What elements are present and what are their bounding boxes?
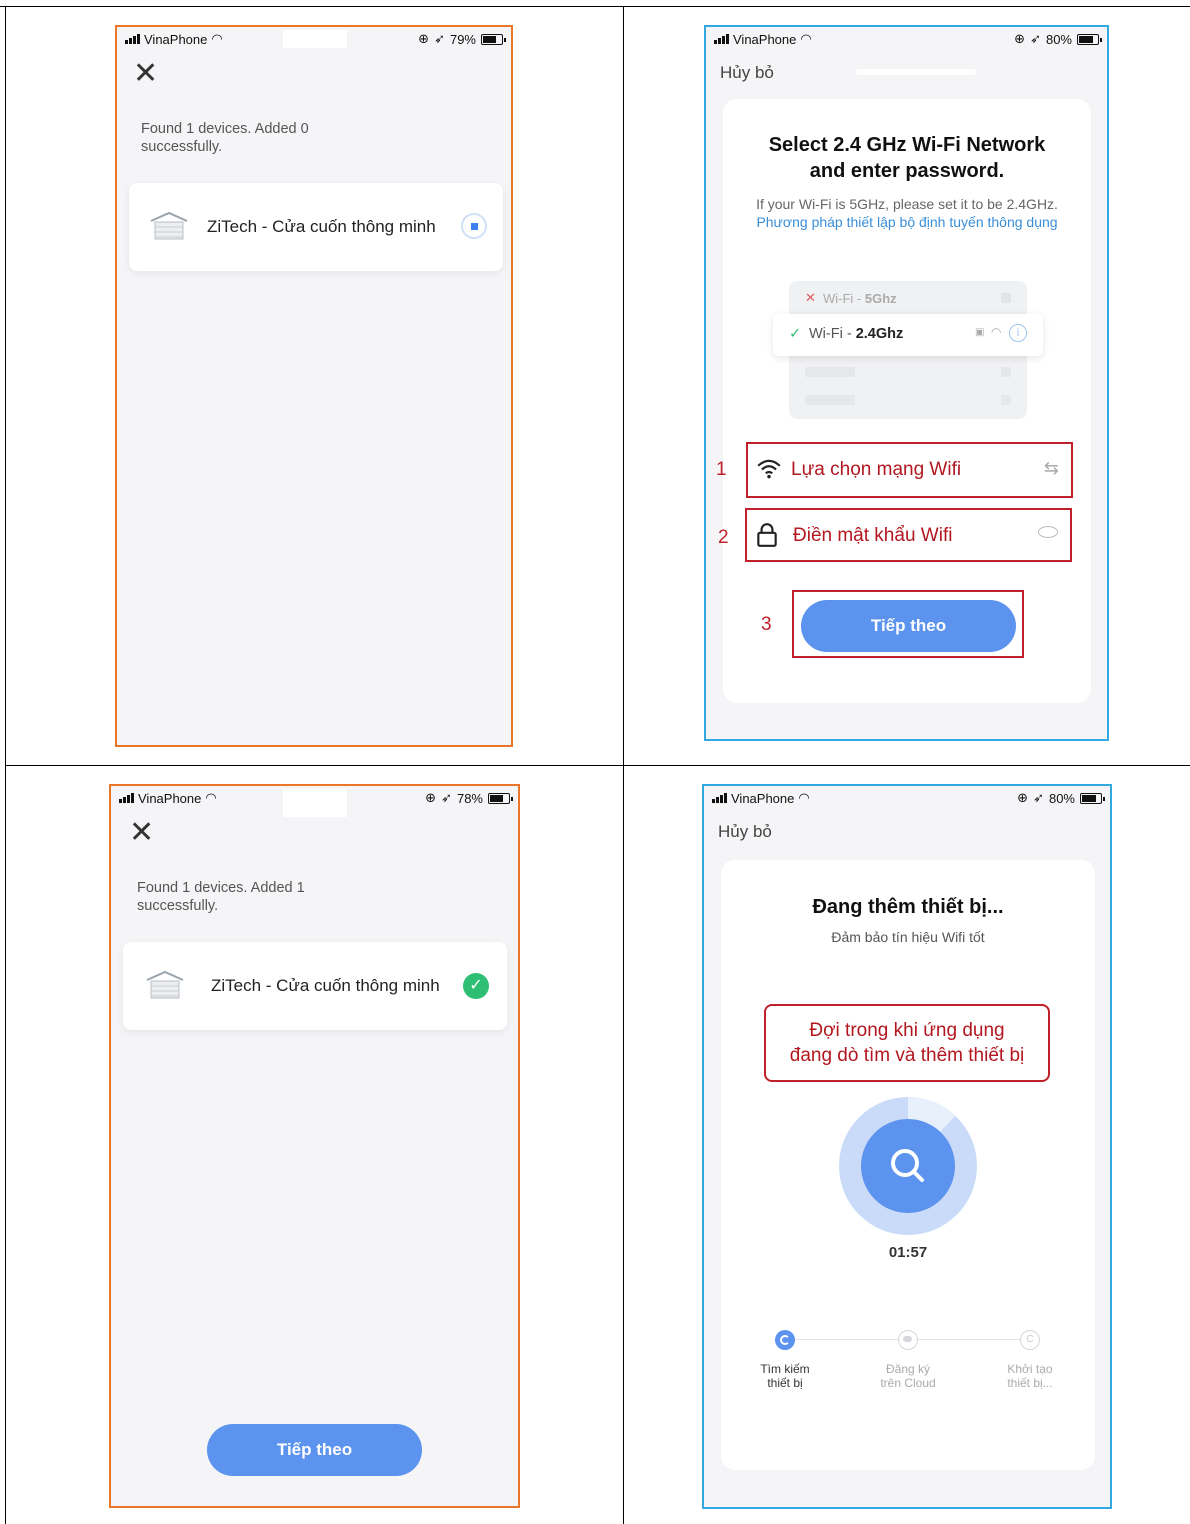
next-button[interactable]: Tiếp theo	[207, 1424, 422, 1476]
found-devices-text: Found 1 devices. Added 0 successfully.	[141, 121, 309, 155]
device-name: ZiTech - Cửa cuốn thông minh	[207, 217, 436, 236]
wifi-network-selector[interactable]: Lựa chọn mạng Wifi ⇆	[746, 442, 1073, 498]
battery-icon	[481, 33, 506, 45]
battery-percent: 80%	[1048, 790, 1075, 806]
battery-icon	[488, 792, 513, 804]
wifi-icon: ◠	[798, 790, 810, 805]
wifi-selector-label: Lựa chọn mạng Wifi	[791, 459, 962, 480]
wifi-5g-prefix: Wi-Fi -	[823, 291, 865, 306]
wifi-24g-prefix: Wi-Fi -	[809, 326, 856, 342]
carrier-label: VinaPhone	[144, 31, 208, 47]
battery-percent: 79%	[449, 31, 476, 47]
wifi-5g-row: ✕ Wi-Fi - 5Ghz	[789, 281, 1027, 317]
adding-subtitle: Đảm bảo tín hiệu Wifi tốt	[831, 929, 985, 945]
close-icon[interactable]: ✕	[133, 59, 158, 89]
lock-small-icon: ▣	[975, 327, 985, 338]
wifi-password-field[interactable]: Điền mật khẩu Wifi	[745, 508, 1072, 562]
search-progress-indicator	[839, 1097, 977, 1235]
status-bar: VinaPhone ◠ ⊕ ➶ 80%	[706, 27, 1107, 49]
device-card[interactable]: ZiTech - Cửa cuốn thông minh	[129, 183, 503, 271]
wifi-password-label: Điền mật khẩu Wifi	[793, 525, 953, 546]
wifi-small-icon: ◠	[991, 325, 1002, 339]
next-button[interactable]: Tiếp theo	[801, 600, 1016, 652]
annotation-note: Đợi trong khi ứng dụng đang dò tìm và th…	[764, 1004, 1050, 1082]
wifi-24g-row: ✓ Wi-Fi - 2.4Ghz ▣ ◠ i	[773, 314, 1043, 356]
redaction-block	[283, 30, 347, 48]
device-card[interactable]: ZiTech - Cửa cuốn thông minh ✓	[123, 942, 507, 1030]
carrier-label: VinaPhone	[138, 790, 202, 806]
wifi-icon: ◠	[800, 31, 812, 46]
adding-title: Đang thêm thiết bị...	[812, 896, 1004, 918]
annotation-note-line2: đang dò tìm và thêm thiết bị	[789, 1045, 1025, 1066]
screenshot-adding-device: VinaPhone ◠ ⊕ ➶ 80% Hủy bỏ Đang thêm thi…	[702, 784, 1112, 1509]
rotation-lock-icon: ⊕	[418, 31, 430, 46]
check-circle-icon: ✓	[463, 973, 489, 999]
rotation-lock-icon: ⊕	[1014, 31, 1026, 46]
wifi-5g-band: 5Ghz	[864, 291, 897, 306]
annotation-number-2: 2	[718, 527, 729, 548]
info-icon: i	[1009, 324, 1027, 342]
cross-icon: ✕	[805, 290, 816, 305]
rotation-lock-icon: ⊕	[425, 790, 437, 805]
garage-door-icon	[150, 211, 188, 240]
location-icon: ➶	[441, 790, 452, 805]
carrier-label: VinaPhone	[733, 31, 797, 47]
battery-icon	[1080, 792, 1105, 804]
switch-arrows-icon: ⇆	[1043, 458, 1059, 478]
location-icon: ➶	[434, 31, 445, 46]
screenshot-device-added: VinaPhone ◠ ⊕ ➶ 78% ✕ Found 1 devices. A…	[109, 784, 520, 1508]
found-devices-text: Found 1 devices. Added 1 successfully.	[137, 880, 305, 914]
close-icon[interactable]: ✕	[129, 818, 154, 848]
screenshot-wifi-setup: VinaPhone ◠ ⊕ ➶ 80% Hủy bỏ Select 2.4 GH…	[704, 25, 1109, 741]
step-cloud-icon	[898, 1330, 918, 1350]
signal-icon	[712, 793, 727, 803]
progress-steps: C Tìm kiếm thiết bị Đăng ký trên Cloud Khở…	[721, 1330, 1095, 1400]
status-bar: VinaPhone ◠ ⊕ ➶ 80%	[704, 786, 1110, 808]
signal-icon	[119, 793, 134, 803]
table-border-top	[0, 6, 1190, 7]
wifi-icon	[757, 459, 781, 479]
wifi-24g-band: 2.4Ghz	[855, 326, 904, 342]
loading-spinner-icon	[461, 213, 487, 239]
location-icon: ➶	[1030, 31, 1041, 46]
rotation-lock-icon: ⊕	[1017, 790, 1029, 805]
garage-door-icon	[146, 970, 184, 999]
battery-percent: 80%	[1045, 31, 1072, 47]
redaction-block	[856, 69, 976, 75]
cancel-button[interactable]: Hủy bỏ	[718, 822, 772, 842]
router-guide-link[interactable]: Phương pháp thiết lập bộ định tuyến thôn…	[756, 214, 1057, 230]
countdown-timer: 01:57	[888, 1244, 928, 1261]
screenshot-device-searching: VinaPhone ◠ ⊕ ➶ 79% ✕ Found 1 devices. A…	[115, 25, 513, 747]
step-label-cloud: Đăng ký trên Cloud	[880, 1362, 936, 1390]
battery-percent: 78%	[456, 790, 483, 806]
wifi-icon: ◠	[205, 790, 217, 805]
annotation-number-1: 1	[716, 459, 727, 480]
table-divider-horizontal	[5, 765, 1190, 766]
step-init-icon: C	[1020, 1330, 1040, 1350]
signal-icon	[714, 34, 729, 44]
cancel-button[interactable]: Hủy bỏ	[720, 63, 774, 83]
device-name: ZiTech - Cửa cuốn thông minh	[211, 976, 440, 995]
form-title-line2: and enter password.	[809, 160, 1005, 182]
wifi-hint-text: If your Wi-Fi is 5GHz, please set it to …	[756, 196, 1058, 212]
wifi-hint: If your Wi-Fi is 5GHz, please set it to …	[723, 195, 1091, 231]
adding-device-card: Đang thêm thiết bị... Đảm bảo tín hiệu W…	[721, 860, 1095, 1470]
step-label-init: Khởi tạo thiết bị...	[1007, 1362, 1053, 1390]
wifi-icon: ◠	[211, 31, 223, 46]
redaction-block	[283, 789, 347, 817]
eye-icon[interactable]	[1038, 526, 1058, 538]
step-label-search: Tìm kiếm thiết bị	[760, 1362, 810, 1390]
step-search-icon	[775, 1330, 795, 1350]
annotation-number-3: 3	[761, 614, 772, 635]
checkmark-icon: ✓	[789, 326, 802, 342]
annotation-note-line1: Đợi trong khi ứng dụng	[809, 1020, 1005, 1041]
battery-icon	[1077, 33, 1102, 45]
signal-icon	[125, 34, 140, 44]
carrier-label: VinaPhone	[731, 790, 795, 806]
form-title-line1: Select 2.4 GHz Wi-Fi Network	[768, 134, 1046, 156]
lock-icon	[757, 523, 777, 547]
location-icon: ➶	[1033, 790, 1044, 805]
